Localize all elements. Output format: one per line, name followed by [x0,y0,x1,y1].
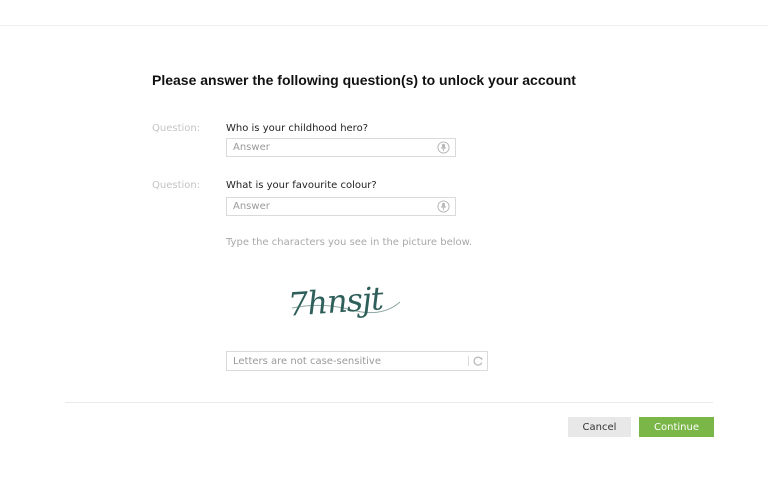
question-2-answer-input[interactable] [227,198,433,215]
captcha-field[interactable] [226,351,488,371]
captcha-hint: Type the characters you see in the pictu… [226,237,473,248]
cancel-button[interactable]: Cancel [568,417,631,437]
captcha-image: 7hnsjt [287,279,401,324]
unlock-account-page: Please answer the following question(s) … [0,0,768,479]
question-2-label: Question: [152,180,201,191]
captcha-text: 7hnsjt [287,279,385,324]
question-1-text: Who is your childhood hero? [226,123,369,134]
captcha-input[interactable] [227,352,469,370]
question-2-text: What is your favourite colour? [226,180,377,191]
captcha-field-divider [468,356,469,366]
refresh-icon[interactable] [472,355,484,367]
page-title: Please answer the following question(s) … [152,72,576,88]
top-divider [0,25,768,26]
microphone-icon[interactable] [437,200,450,213]
question-1-answer-field[interactable] [226,138,456,157]
question-1-label: Question: [152,123,201,134]
footer-divider [65,402,713,403]
continue-button[interactable]: Continue [639,417,714,437]
question-2-answer-field[interactable] [226,197,456,216]
question-1-answer-input[interactable] [227,139,433,156]
microphone-icon[interactable] [437,141,450,154]
